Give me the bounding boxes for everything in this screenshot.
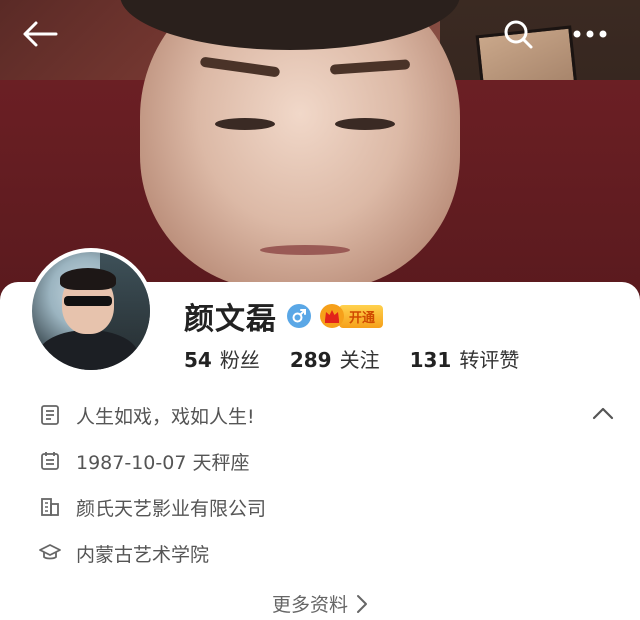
more-info-label: 更多资料 (271, 594, 348, 616)
back-button[interactable] (20, 14, 60, 54)
avatar[interactable] (28, 248, 154, 374)
crown-icon (320, 304, 344, 328)
stat-label: 关注 (339, 348, 380, 372)
stat-following[interactable]: 289 关注 (290, 344, 380, 373)
stat-value: 54 (184, 348, 212, 372)
gender-badge (287, 304, 311, 328)
search-button[interactable] (498, 14, 538, 54)
more-info-link[interactable]: 更多资料 (0, 590, 640, 617)
more-button[interactable] (570, 14, 610, 54)
company-text: 颜氏天艺影业有限公司 (76, 497, 267, 520)
bio-text: 人生如戏，戏如人生! (76, 405, 255, 428)
profile-page: 颜文磊 开通 54 粉丝 289 关注 131 转评赞 人生如戏，戏如人生! 1… (0, 0, 640, 620)
stat-followers[interactable]: 54 粉丝 (184, 344, 260, 373)
stat-interactions[interactable]: 131 转评赞 (410, 344, 520, 373)
info-bio: 人生如戏，戏如人生! (38, 392, 618, 438)
name-row: 颜文磊 开通 (184, 296, 384, 337)
info-list: 人生如戏，戏如人生! 1987-10-07 天秤座 颜氏天艺影业有限公司 内蒙古… (38, 392, 618, 576)
avatar-hair (60, 268, 116, 290)
cover-eye-left (215, 118, 275, 130)
arrow-left-icon (23, 21, 58, 47)
info-birthday: 1987-10-07 天秤座 (38, 438, 618, 484)
search-icon (504, 20, 533, 49)
vip-label: 开通 (339, 304, 384, 328)
birthday-text: 1987-10-07 天秤座 (76, 451, 250, 474)
school-text: 内蒙古艺术学院 (76, 543, 210, 566)
user-name: 颜文磊 (184, 302, 277, 337)
stat-value: 131 (409, 348, 452, 372)
vip-badge[interactable]: 开通 (319, 304, 384, 328)
stat-value: 289 (289, 348, 332, 372)
avatar-glasses (64, 296, 112, 306)
avatar-body (38, 330, 138, 370)
cover-eye-right (335, 118, 395, 130)
chevron-right-icon (357, 594, 367, 613)
graduation-cap-icon (39, 544, 61, 560)
male-icon (292, 309, 306, 323)
stat-label: 粉丝 (219, 348, 260, 372)
building-icon (41, 498, 59, 516)
cover-mouth (260, 245, 350, 255)
stat-label: 转评赞 (459, 348, 520, 372)
info-school: 内蒙古艺术学院 (38, 530, 618, 576)
more-dots-icon (573, 30, 607, 38)
stats-row: 54 粉丝 289 关注 131 转评赞 (184, 344, 549, 373)
info-company: 颜氏天艺影业有限公司 (38, 484, 618, 530)
document-icon (41, 405, 59, 425)
calendar-icon (41, 452, 59, 470)
